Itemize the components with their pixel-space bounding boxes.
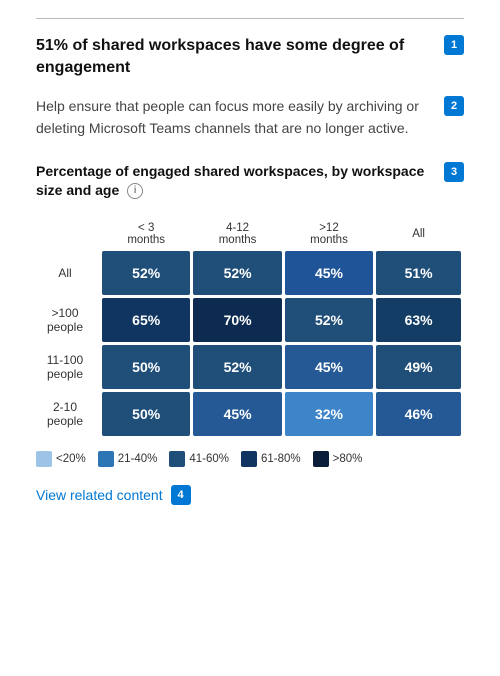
heading-section: 51% of shared workspaces have some degre… [36, 35, 464, 78]
row-label-11-100: 11-100people [39, 345, 99, 389]
col-header-2: 4-12months [193, 218, 281, 248]
cell-100plus-2: 70% [193, 298, 281, 342]
legend-item-gt80: >80% [313, 451, 363, 467]
legend-swatch-61-80 [241, 451, 257, 467]
legend-swatch-lt20 [36, 451, 52, 467]
legend-item-21-40: 21-40% [98, 451, 158, 467]
top-divider [36, 18, 464, 19]
cell-11-100-3: 45% [285, 345, 373, 389]
cell-11-100-1: 50% [102, 345, 190, 389]
legend-label-lt20: <20% [56, 453, 86, 465]
legend-item-41-60: 41-60% [169, 451, 229, 467]
data-table: < 3months 4-12months >12months All A [36, 215, 464, 439]
legend-label-41-60: 41-60% [189, 453, 229, 465]
info-icon[interactable]: i [127, 183, 143, 199]
cell-2-10-3: 32% [285, 392, 373, 436]
cell-all-4: 51% [376, 251, 461, 295]
description-text: Help ensure that people can focus more e… [36, 96, 464, 139]
row-label-100plus: >100people [39, 298, 99, 342]
cell-100plus-1: 65% [102, 298, 190, 342]
cell-100plus-4: 63% [376, 298, 461, 342]
cell-all-3: 45% [285, 251, 373, 295]
legend-label-21-40: 21-40% [118, 453, 158, 465]
view-related-link[interactable]: View related content [36, 487, 163, 503]
table-row: 11-100people 50% 52% 45% 49% [39, 345, 461, 389]
main-heading: 51% of shared workspaces have some degre… [36, 35, 464, 78]
related-badge: 4 [171, 485, 191, 505]
legend-item-lt20: <20% [36, 451, 86, 467]
legend-label-61-80: 61-80% [261, 453, 301, 465]
col-header-3: >12months [285, 218, 373, 248]
cell-2-10-2: 45% [193, 392, 281, 436]
related-section: View related content 4 [36, 485, 464, 505]
cell-2-10-1: 50% [102, 392, 190, 436]
legend-item-61-80: 61-80% [241, 451, 301, 467]
row-label-all: All [39, 251, 99, 295]
page-container: 51% of shared workspaces have some degre… [0, 0, 500, 523]
cell-2-10-4: 46% [376, 392, 461, 436]
table-row: All 52% 52% 45% 51% [39, 251, 461, 295]
col-header-1: < 3months [102, 218, 190, 248]
legend-swatch-gt80 [313, 451, 329, 467]
table-row: >100people 65% 70% 52% 63% [39, 298, 461, 342]
chart-title: Percentage of engaged shared workspaces,… [36, 162, 464, 201]
col-header-4: All [376, 218, 461, 248]
cell-all-1: 52% [102, 251, 190, 295]
chart-badge: 3 [444, 162, 464, 182]
description-badge: 2 [444, 96, 464, 116]
table-row: 2-10people 50% 45% 32% 46% [39, 392, 461, 436]
legend-swatch-21-40 [98, 451, 114, 467]
legend-swatch-41-60 [169, 451, 185, 467]
heading-badge: 1 [444, 35, 464, 55]
cell-11-100-2: 52% [193, 345, 281, 389]
cell-100plus-3: 52% [285, 298, 373, 342]
empty-corner [39, 218, 99, 248]
legend-label-gt80: >80% [333, 453, 363, 465]
chart-legend: <20% 21-40% 41-60% 61-80% >80% [36, 451, 464, 467]
chart-section: 3 Percentage of engaged shared workspace… [36, 162, 464, 467]
description-section: Help ensure that people can focus more e… [36, 96, 464, 139]
cell-all-2: 52% [193, 251, 281, 295]
row-label-2-10: 2-10people [39, 392, 99, 436]
cell-11-100-4: 49% [376, 345, 461, 389]
